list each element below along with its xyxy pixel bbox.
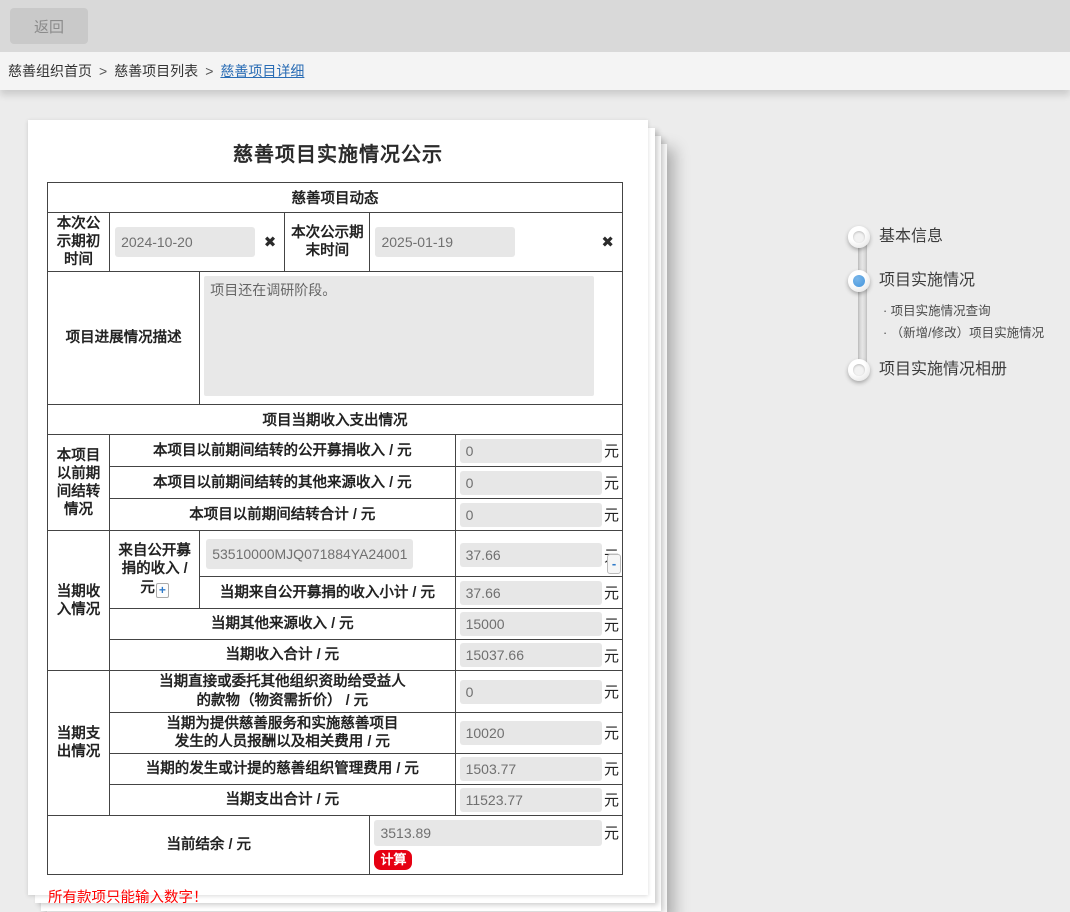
row-label: 当期为提供慈善服务和实施慈善项目 发生的人员报酬以及相关费用 / 元: [110, 712, 456, 753]
section-timeline: 基本信息 项目实施情况 · 项目实施情况查询 · （新增/修改）项目实施情况 项…: [845, 220, 1070, 400]
income-public-subtotal-input[interactable]: [460, 581, 602, 605]
numeric-only-warning: 所有款项只能输入数字！: [48, 886, 648, 907]
balance-input[interactable]: [374, 820, 602, 846]
timeline-item-implementation[interactable]: 项目实施情况: [879, 270, 975, 292]
remove-source-icon[interactable]: -: [607, 554, 621, 574]
timeline-track: [858, 238, 867, 376]
clear-date-icon[interactable]: ✖: [601, 233, 617, 251]
timeline-node-basic-info[interactable]: [848, 226, 870, 248]
unit-label: 元: [604, 645, 619, 666]
unit-label: 元: [604, 758, 619, 779]
row-label: 当期收入合计 / 元: [110, 640, 456, 671]
breadcrumb-separator: >: [99, 63, 107, 79]
section-header-dynamics: 慈善项目动态: [48, 183, 623, 213]
row-label: 本项目以前期间结转的公开募捐收入 / 元: [110, 435, 456, 467]
page-title: 慈善项目实施情况公示: [28, 138, 648, 167]
expense-total-input[interactable]: [460, 788, 602, 812]
period-start-label: 本次公示期初时间: [48, 213, 110, 272]
timeline-node-implementation[interactable]: [848, 270, 870, 292]
timeline-subitem-query[interactable]: · 项目实施情况查询: [883, 304, 991, 319]
carryover-group-label: 本项目以前期间结转情况: [48, 435, 110, 531]
progress-label: 项目进展情况描述: [48, 272, 200, 405]
expense-aid-input[interactable]: [460, 680, 602, 704]
balance-label: 当前结余 / 元: [48, 815, 370, 874]
timeline-node-photo-album[interactable]: [848, 359, 870, 381]
income-source-amount-input[interactable]: [460, 543, 602, 567]
row-label: 当期直接或委托其他组织资助给受益人 的款物（物资需折价） / 元: [110, 671, 456, 712]
row-label: 当期的发生或计提的慈善组织管理费用 / 元: [110, 753, 456, 784]
period-start-input[interactable]: [115, 227, 255, 257]
unit-label: 元: [604, 582, 619, 603]
income-other-input[interactable]: [460, 612, 602, 636]
row-label: 当期来自公开募捐的收入小计 / 元: [200, 577, 455, 609]
income-group-label: 当期收入情况: [48, 531, 110, 671]
income-source-input[interactable]: [206, 539, 412, 569]
row-label: 本项目以前期间结转的其他来源收入 / 元: [110, 467, 456, 499]
carryover-public-input[interactable]: [460, 439, 602, 463]
top-bar: 返回: [0, 0, 1070, 52]
row-label: 当期支出合计 / 元: [110, 784, 456, 815]
period-end-input[interactable]: [375, 227, 515, 257]
unit-label: 元: [604, 440, 619, 461]
unit-label: 元: [604, 681, 619, 702]
publicity-card: 慈善项目实施情况公示 慈善项目动态 本次公示期初时间 ✖ 本次公示期末时间 ✖: [28, 120, 648, 895]
income-public-label: 来自公开募捐的收入 / 元+: [110, 531, 200, 609]
timeline-item-basic-info[interactable]: 基本信息: [879, 226, 943, 248]
progress-textarea[interactable]: 项目还在调研阶段。: [204, 276, 594, 396]
clear-date-icon[interactable]: ✖: [264, 233, 280, 251]
expense-staff-input[interactable]: [460, 721, 602, 745]
income-total-input[interactable]: [460, 643, 602, 667]
unit-label: 元: [604, 614, 619, 635]
period-end-label: 本次公示期末时间: [285, 213, 370, 272]
unit-label: 元: [604, 504, 619, 525]
publicity-table: 慈善项目动态 本次公示期初时间 ✖ 本次公示期末时间 ✖ 项目进展情况描述: [47, 182, 623, 875]
breadcrumb-project-detail[interactable]: 慈善项目详细: [220, 61, 304, 81]
carryover-total-input[interactable]: [460, 503, 602, 527]
back-button[interactable]: 返回: [10, 8, 88, 44]
timeline-subitem-add-modify[interactable]: · （新增/修改）项目实施情况: [883, 326, 1044, 341]
row-label: 当期其他来源收入 / 元: [110, 609, 456, 640]
carryover-other-input[interactable]: [460, 471, 602, 495]
add-source-icon[interactable]: +: [156, 583, 169, 598]
unit-label: 元: [604, 822, 619, 843]
breadcrumb-home[interactable]: 慈善组织首页: [8, 61, 92, 81]
section-header-inout: 项目当期收入支出情况: [48, 405, 623, 435]
timeline-item-photo-album[interactable]: 项目实施情况相册: [879, 359, 1007, 381]
breadcrumb-project-list[interactable]: 慈善项目列表: [114, 61, 198, 81]
breadcrumb: 慈善组织首页 > 慈善项目列表 > 慈善项目详细: [0, 52, 1070, 90]
row-label: 本项目以前期间结转合计 / 元: [110, 499, 456, 531]
expense-group-label: 当期支出情况: [48, 671, 110, 816]
breadcrumb-separator: >: [205, 63, 213, 79]
unit-label: 元: [604, 722, 619, 743]
unit-label: 元: [604, 472, 619, 493]
expense-admin-input[interactable]: [460, 757, 602, 781]
calculate-button[interactable]: 计算: [374, 850, 412, 870]
unit-label: 元: [604, 789, 619, 810]
